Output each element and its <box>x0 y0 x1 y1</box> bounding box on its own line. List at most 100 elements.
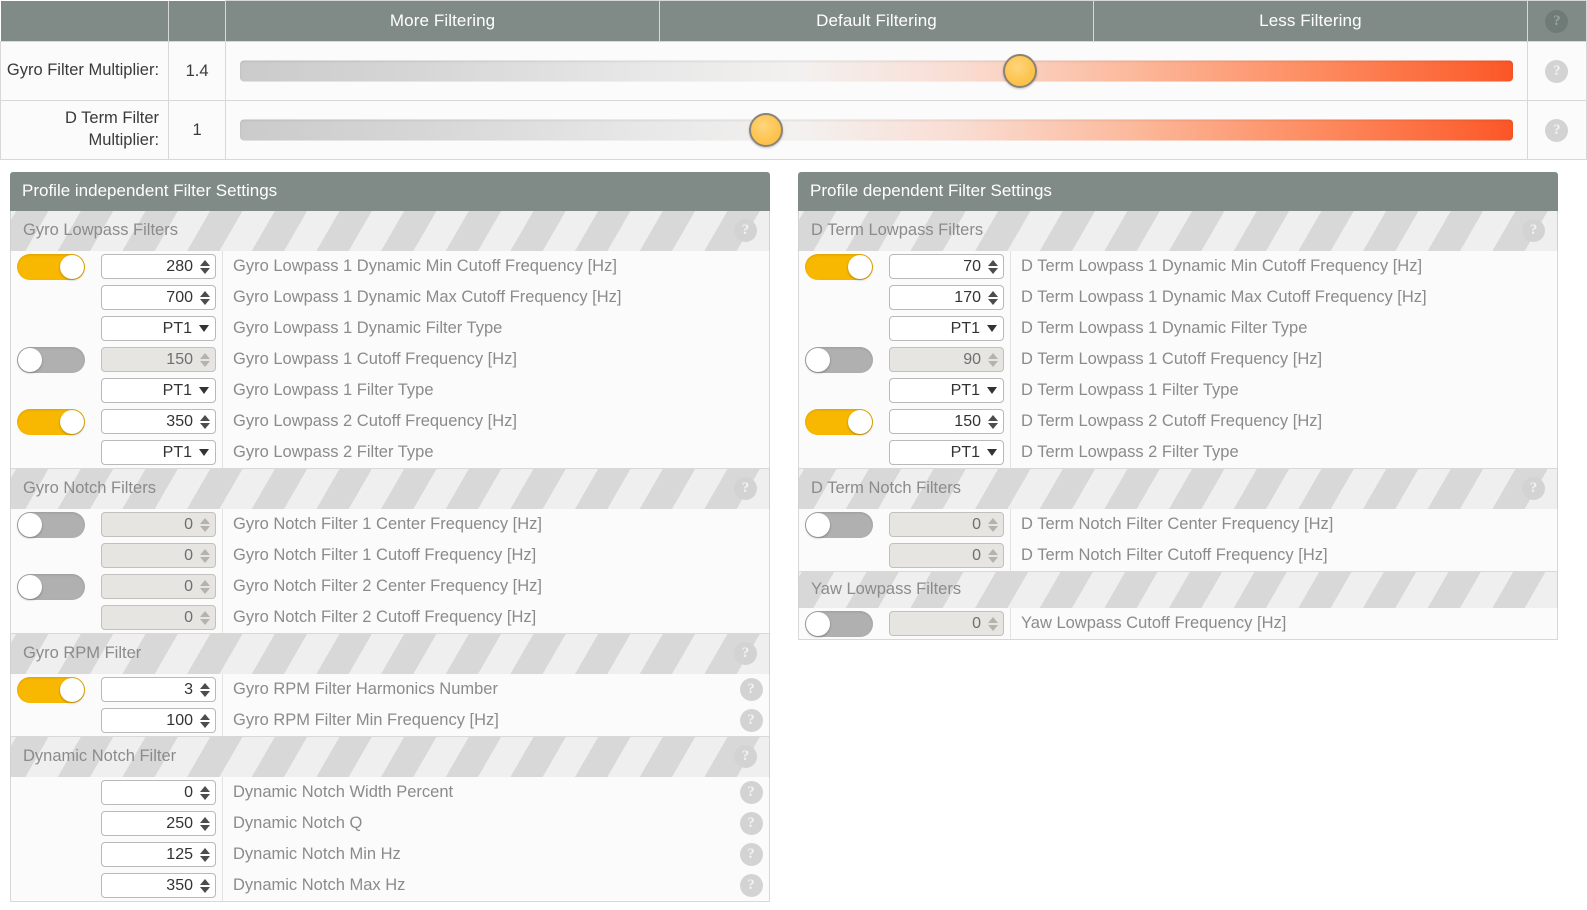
spinner-up-icon[interactable] <box>200 682 210 689</box>
number-input-gyro-notch-filter-1-cutoff-frequency-hz[interactable] <box>101 543 216 568</box>
spinner[interactable] <box>986 612 1003 635</box>
toggle-d-term-lowpass-2-cutoff-frequency-hz[interactable] <box>805 408 873 435</box>
number-value[interactable] <box>890 286 986 309</box>
spinner-down-icon[interactable] <box>200 556 210 563</box>
number-value[interactable] <box>102 709 198 732</box>
toggle-gyro-lowpass-1-cutoff-frequency-hz[interactable] <box>17 346 85 373</box>
spinner-down-icon[interactable] <box>200 267 210 274</box>
spinner-down-icon[interactable] <box>988 422 998 429</box>
spinner-down-icon[interactable] <box>988 525 998 532</box>
help-icon[interactable]: ? <box>734 642 757 665</box>
help-icon[interactable]: ? <box>739 709 763 732</box>
spinner[interactable] <box>198 843 215 866</box>
number-input-dynamic-notch-q[interactable] <box>101 811 216 836</box>
number-input-dynamic-notch-max-hz[interactable] <box>101 873 216 898</box>
spinner-up-icon[interactable] <box>200 259 210 266</box>
spinner[interactable] <box>198 410 215 433</box>
number-input-dynamic-notch-width-percent[interactable] <box>101 780 216 805</box>
chevron-down-icon[interactable] <box>987 387 997 394</box>
number-input-gyro-lowpass-1-dynamic-min-cutoff-frequency-hz[interactable] <box>101 254 216 279</box>
toggle-gyro-rpm-filter-harmonics-number[interactable] <box>17 676 85 703</box>
chevron-down-icon[interactable] <box>987 449 997 456</box>
gyro-filter-multiplier-slider[interactable] <box>226 42 1527 100</box>
number-input-d-term-lowpass-1-cutoff-frequency-hz[interactable] <box>889 347 1004 372</box>
dterm-filter-multiplier-slider[interactable] <box>226 101 1527 159</box>
number-value[interactable] <box>102 575 198 598</box>
spinner-up-icon[interactable] <box>988 259 998 266</box>
spinner-up-icon[interactable] <box>988 517 998 524</box>
spinner[interactable] <box>198 544 215 567</box>
spinner[interactable] <box>986 255 1003 278</box>
help-icon[interactable]: ? <box>739 781 763 804</box>
spinner-down-icon[interactable] <box>200 721 210 728</box>
spinner-down-icon[interactable] <box>988 267 998 274</box>
slider-track[interactable] <box>240 60 1513 82</box>
spinner-down-icon[interactable] <box>200 886 210 893</box>
spinner-up-icon[interactable] <box>200 878 210 885</box>
spinner-up-icon[interactable] <box>988 548 998 555</box>
number-value[interactable] <box>890 255 986 278</box>
spinner-down-icon[interactable] <box>988 556 998 563</box>
spinner[interactable] <box>198 678 215 701</box>
help-icon[interactable]: ? <box>734 219 757 242</box>
slider-thumb[interactable] <box>1002 54 1037 88</box>
toggle-gyro-lowpass-1-dynamic-min-cutoff-frequency-hz[interactable] <box>17 253 85 280</box>
number-input-d-term-lowpass-2-cutoff-frequency-hz[interactable] <box>889 409 1004 434</box>
spinner[interactable] <box>986 348 1003 371</box>
spinner[interactable] <box>986 410 1003 433</box>
spinner-up-icon[interactable] <box>200 785 210 792</box>
spinner[interactable] <box>198 255 215 278</box>
spinner[interactable] <box>198 709 215 732</box>
number-input-dynamic-notch-min-hz[interactable] <box>101 842 216 867</box>
spinner-up-icon[interactable] <box>988 290 998 297</box>
number-input-d-term-notch-filter-center-frequency-hz[interactable] <box>889 512 1004 537</box>
help-icon[interactable]: ? <box>739 843 763 866</box>
number-input-gyro-rpm-filter-min-frequency-hz[interactable] <box>101 708 216 733</box>
select-d-term-lowpass-2-filter-type[interactable]: PT1 <box>889 440 1004 465</box>
number-input-gyro-notch-filter-1-center-frequency-hz[interactable] <box>101 512 216 537</box>
help-icon[interactable]: ? <box>739 874 763 897</box>
help-icon[interactable]: ? <box>734 745 757 768</box>
number-value[interactable] <box>102 348 198 371</box>
chevron-down-icon[interactable] <box>199 449 209 456</box>
toggle-yaw-lowpass-cutoff-frequency-hz[interactable] <box>805 610 873 637</box>
spinner[interactable] <box>198 575 215 598</box>
spinner-down-icon[interactable] <box>200 690 210 697</box>
number-value[interactable] <box>102 410 198 433</box>
number-value[interactable] <box>890 348 986 371</box>
number-input-d-term-lowpass-1-dynamic-min-cutoff-frequency-hz[interactable] <box>889 254 1004 279</box>
help-icon[interactable]: ? <box>1545 59 1569 83</box>
help-icon[interactable]: ? <box>739 812 763 835</box>
number-input-gyro-lowpass-1-cutoff-frequency-hz[interactable] <box>101 347 216 372</box>
spinner-up-icon[interactable] <box>200 847 210 854</box>
spinner-down-icon[interactable] <box>200 618 210 625</box>
spinner-up-icon[interactable] <box>200 610 210 617</box>
spinner-up-icon[interactable] <box>988 616 998 623</box>
spinner[interactable] <box>198 513 215 536</box>
number-value[interactable] <box>102 874 198 897</box>
spinner[interactable] <box>198 286 215 309</box>
number-value[interactable] <box>890 513 986 536</box>
number-value[interactable] <box>102 255 198 278</box>
spinner-down-icon[interactable] <box>988 360 998 367</box>
spinner-down-icon[interactable] <box>200 422 210 429</box>
number-value[interactable] <box>102 843 198 866</box>
slider-thumb[interactable] <box>748 113 783 147</box>
help-icon[interactable]: ? <box>1522 477 1545 500</box>
spinner-down-icon[interactable] <box>988 298 998 305</box>
spinner-up-icon[interactable] <box>200 352 210 359</box>
spinner-down-icon[interactable] <box>200 587 210 594</box>
spinner-up-icon[interactable] <box>200 816 210 823</box>
number-input-d-term-notch-filter-cutoff-frequency-hz[interactable] <box>889 543 1004 568</box>
spinner[interactable] <box>198 348 215 371</box>
number-input-gyro-notch-filter-2-center-frequency-hz[interactable] <box>101 574 216 599</box>
select-d-term-lowpass-1-dynamic-filter-type[interactable]: PT1 <box>889 316 1004 341</box>
select-gyro-lowpass-1-dynamic-filter-type[interactable]: PT1 <box>101 316 216 341</box>
select-gyro-lowpass-2-filter-type[interactable]: PT1 <box>101 440 216 465</box>
spinner[interactable] <box>198 781 215 804</box>
spinner-down-icon[interactable] <box>988 624 998 631</box>
number-value[interactable] <box>102 678 198 701</box>
number-input-gyro-lowpass-1-dynamic-max-cutoff-frequency-hz[interactable] <box>101 285 216 310</box>
chevron-down-icon[interactable] <box>199 387 209 394</box>
number-input-yaw-lowpass-cutoff-frequency-hz[interactable] <box>889 611 1004 636</box>
